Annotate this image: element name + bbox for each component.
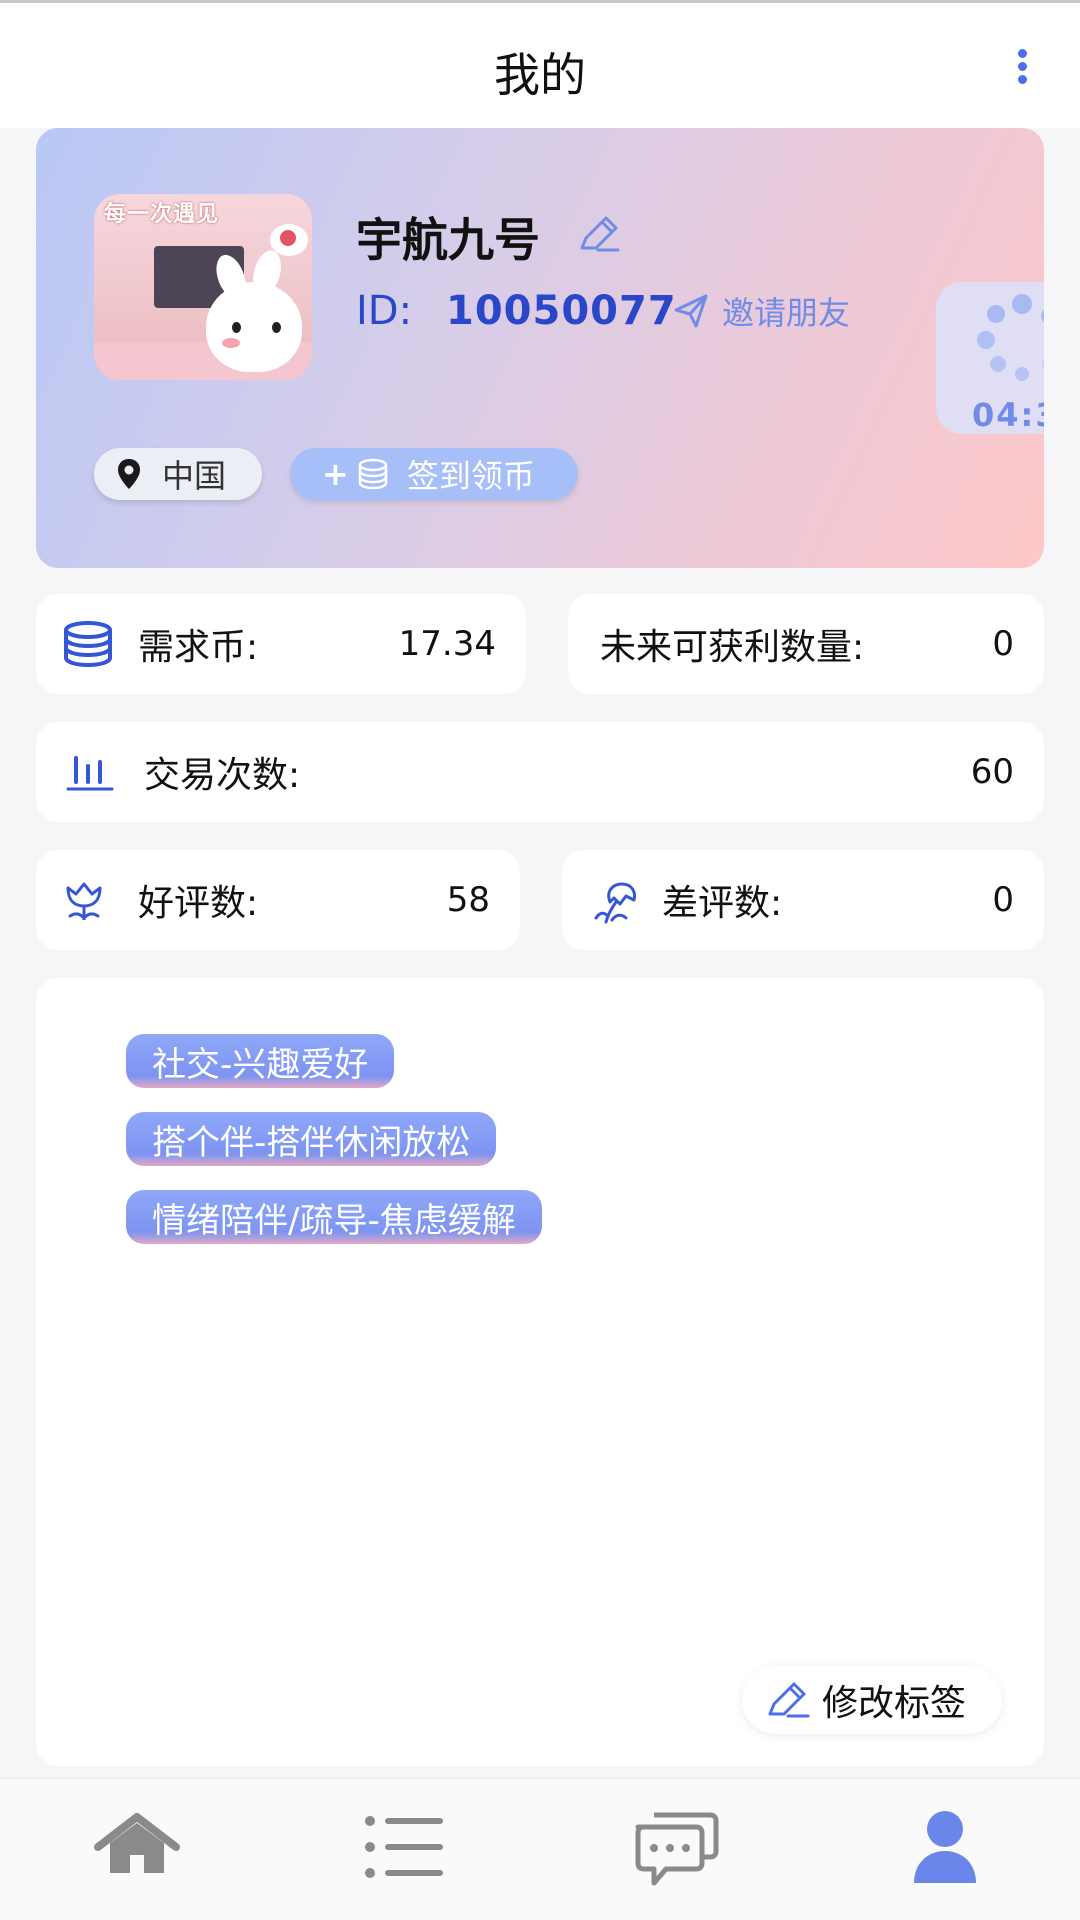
- future-profit-card[interactable]: 未来可获利数量: 0: [568, 594, 1044, 694]
- negative-reviews-card[interactable]: 差评数: 0: [562, 850, 1044, 950]
- user-id-label: ID:: [356, 288, 413, 334]
- plus-label: +: [322, 455, 349, 493]
- trade-count-card[interactable]: 交易次数: 60: [36, 722, 1044, 822]
- location-badge: 中国: [94, 448, 262, 500]
- positive-reviews-label: 好评数:: [138, 883, 259, 924]
- positive-reviews-card[interactable]: 好评数: 58: [36, 850, 520, 950]
- edit-tags-label: 修改标签: [822, 1683, 967, 1724]
- timer-text: 04:35: [972, 396, 1044, 434]
- username: 宇航九号: [356, 213, 540, 267]
- tag-pill[interactable]: 情绪陪伴/疏导-焦虑缓解: [126, 1190, 542, 1244]
- invite-friends-link[interactable]: 邀请朋友: [672, 288, 850, 334]
- checkin-button[interactable]: + 签到领币: [290, 448, 578, 500]
- tag-pill[interactable]: 搭个伴-搭伴休闲放松: [126, 1112, 497, 1166]
- more-vertical-icon[interactable]: [1010, 49, 1034, 89]
- nav-list[interactable]: [360, 1807, 450, 1887]
- countdown-timer[interactable]: 04:35: [936, 282, 1044, 434]
- positive-reviews-value: 58: [446, 880, 490, 920]
- wilted-flower-icon: [594, 882, 636, 924]
- location-pin-icon: [118, 459, 140, 489]
- bottom-navigation: [0, 1778, 1080, 1920]
- flower-icon: [66, 882, 102, 921]
- profile-icon: [914, 1811, 976, 1883]
- list-icon: [365, 1816, 443, 1878]
- trade-count-label: 交易次数:: [144, 755, 301, 796]
- coin-balance-card[interactable]: 需求币: 17.34: [36, 594, 526, 694]
- chat-icon: [635, 1812, 719, 1886]
- edit-tags-button[interactable]: 修改标签: [742, 1666, 1002, 1734]
- page-title: 我的: [494, 48, 586, 102]
- home-icon: [94, 1813, 180, 1873]
- location-label: 中国: [162, 457, 227, 495]
- top-bar: 我的: [0, 3, 1080, 128]
- coins-icon: [358, 458, 388, 490]
- negative-reviews-label: 差评数:: [662, 883, 783, 924]
- checkin-label: 签到领币: [406, 457, 535, 495]
- coin-value: 17.34: [398, 624, 496, 664]
- tag-pill[interactable]: 社交-兴趣爱好: [126, 1034, 395, 1088]
- send-icon: [674, 294, 708, 328]
- negative-reviews-value: 0: [992, 880, 1014, 920]
- loading-spinner-icon: [977, 294, 1044, 381]
- nav-messages[interactable]: [630, 1807, 720, 1887]
- future-profit-label: 未来可获利数量:: [600, 627, 865, 668]
- profile-card: 每一次遇见 宇航九号 ID: 10050077 邀请朋友 中国 + 签到领币 0…: [36, 128, 1044, 568]
- edit-pencil-icon: [768, 1682, 810, 1718]
- nav-profile[interactable]: [900, 1807, 990, 1887]
- coins-icon: [64, 621, 112, 667]
- coin-label: 需求币:: [138, 627, 259, 668]
- interest-tags-card: 社交-兴趣爱好 搭个伴-搭伴休闲放松 情绪陪伴/疏导-焦虑缓解 修改标签: [36, 978, 1044, 1766]
- avatar[interactable]: 每一次遇见: [94, 194, 312, 380]
- bar-chart-icon: [66, 756, 114, 791]
- invite-label: 邀请朋友: [722, 294, 851, 332]
- edit-pencil-icon[interactable]: [576, 214, 622, 254]
- avatar-caption: 每一次遇见: [104, 202, 220, 227]
- future-profit-value: 0: [992, 624, 1014, 664]
- trade-count-value: 60: [970, 752, 1014, 792]
- user-id-value: 10050077: [446, 288, 677, 334]
- nav-home[interactable]: [92, 1807, 182, 1887]
